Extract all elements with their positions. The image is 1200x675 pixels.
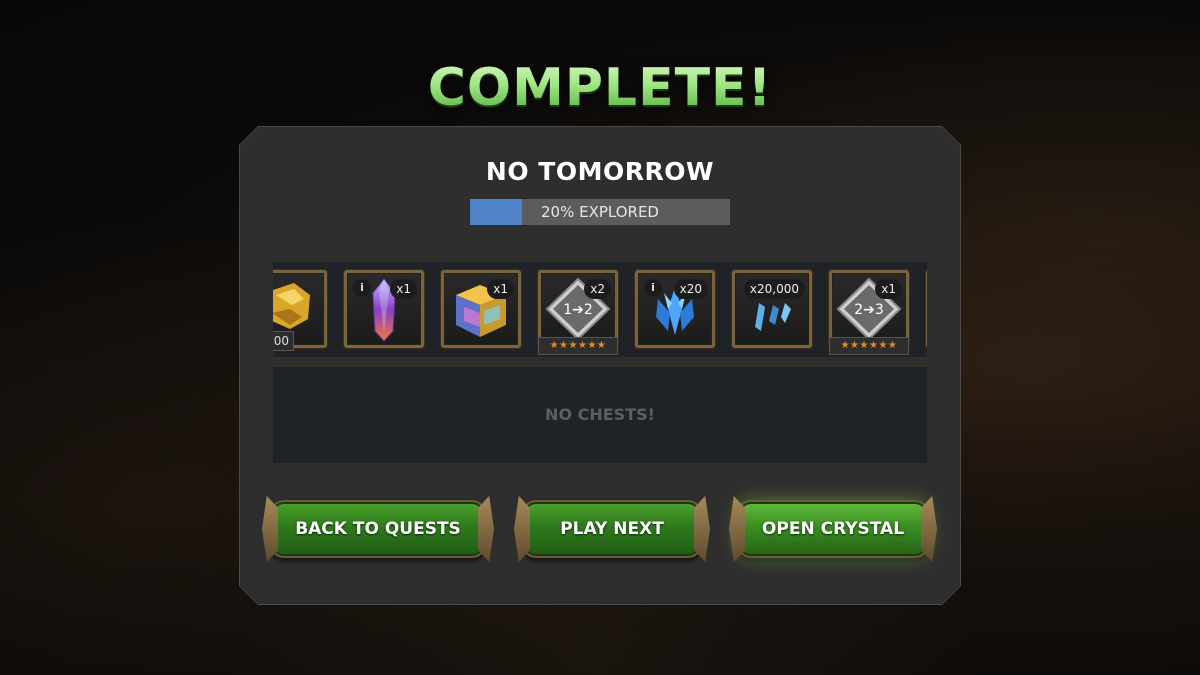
open-crystal-button[interactable]: OPEN CRYSTAL xyxy=(729,496,929,562)
star-rating: ★★★★★★ xyxy=(538,337,618,355)
no-chests-label: NO CHESTS! xyxy=(545,405,655,424)
reward-item-rank-up-1-2[interactable]: 1➔2 x2 ★★★★★★ xyxy=(538,270,618,355)
exploration-progress-label: 20% EXPLORED xyxy=(541,203,659,221)
reward-quantity: x20 xyxy=(673,279,708,299)
play-next-button[interactable]: PLAY NEXT xyxy=(514,496,702,562)
reward-item-cube-crystal[interactable]: x1 xyxy=(441,270,521,348)
exploration-progress-bar: 20% EXPLORED xyxy=(470,199,730,225)
info-icon[interactable]: i xyxy=(644,279,662,297)
quest-name: NO TOMORROW xyxy=(485,157,715,186)
reward-quantity: x20,000 xyxy=(743,279,805,299)
play-next-label: PLAY NEXT xyxy=(560,519,664,539)
reward-quantity: x2 xyxy=(584,279,611,299)
rewards-strip[interactable]: 00,000 i x1 x1 xyxy=(273,262,927,357)
reward-item-rank-up-2-3[interactable]: 2➔3 x1 ★★★★★★ xyxy=(829,270,909,355)
open-crystal-label: OPEN CRYSTAL xyxy=(761,519,905,539)
back-to-quests-button[interactable]: BACK TO QUESTS xyxy=(262,496,486,562)
info-icon[interactable]: i xyxy=(353,279,371,297)
reward-quantity: x1 xyxy=(487,279,514,299)
reward-quantity: x1 xyxy=(390,279,417,299)
chests-panel: NO CHESTS! xyxy=(273,367,927,463)
complete-title: COMPLETE! xyxy=(0,58,1200,118)
reward-quantity: x1 xyxy=(875,279,902,299)
rank-text: 1➔2 xyxy=(563,302,593,318)
reward-item-iso-fragments[interactable]: x20,000 xyxy=(732,270,812,348)
star-rating: ★★★★★★ xyxy=(829,337,909,355)
reward-amount: 00,000 xyxy=(273,331,294,351)
back-to-quests-label: BACK TO QUESTS xyxy=(295,519,461,539)
reward-item-gold[interactable]: 00,000 xyxy=(273,270,327,351)
reward-item-crystal[interactable]: i x1 xyxy=(344,270,424,348)
rank-text: 2➔3 xyxy=(854,302,884,318)
reward-item-blue-shards[interactable]: i x20 xyxy=(635,270,715,348)
reward-item-partial[interactable] xyxy=(926,270,927,348)
